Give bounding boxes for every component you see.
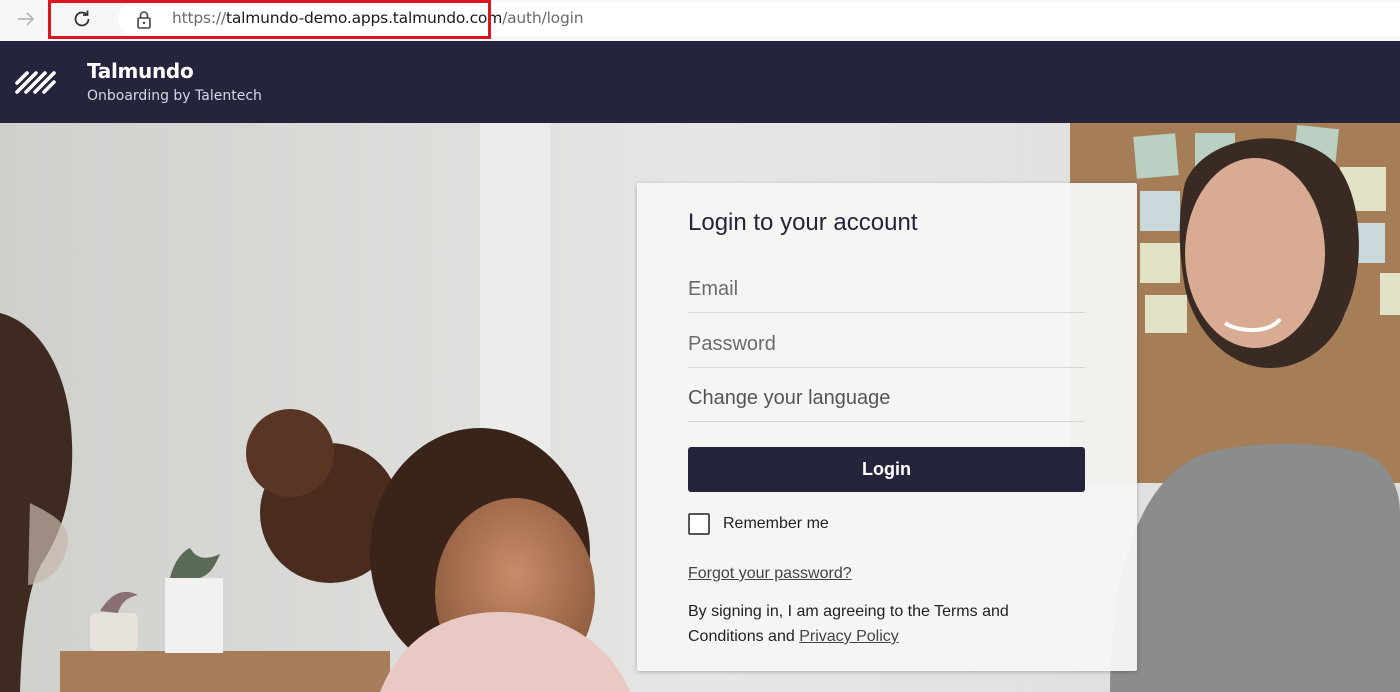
terms-text: By signing in, I am agreeing to the Term… [688,599,1068,649]
password-field-wrapper [688,316,1085,368]
remember-me-toggle[interactable]: Remember me [688,513,829,535]
talmundo-logo-icon[interactable] [14,68,62,96]
password-field[interactable] [688,316,1085,367]
url-path: /auth/login [502,9,584,27]
login-card: Login to your account Change your langua… [637,183,1137,671]
remember-me-checkbox[interactable] [688,513,710,535]
forgot-password-link[interactable]: Forgot your password? [688,565,852,583]
login-title: Login to your account [688,209,918,236]
app-header: Talmundo Onboarding by Talentech [0,41,1400,123]
email-field[interactable] [688,261,1085,312]
login-button[interactable]: Login [688,447,1085,492]
browser-toolbar: https://talmundo-demo.apps.talmundo.com/… [0,0,1400,41]
language-select[interactable]: Change your language [688,369,1085,422]
forward-arrow-icon [18,12,35,26]
privacy-policy-link[interactable]: Privacy Policy [799,628,899,645]
brand-name: Talmundo [87,59,194,83]
email-field-wrapper [688,261,1085,313]
brand-tagline: Onboarding by Talentech [87,88,262,104]
forward-button[interactable] [10,4,42,34]
url-highlight-box [48,0,491,39]
remember-me-label: Remember me [723,515,829,532]
